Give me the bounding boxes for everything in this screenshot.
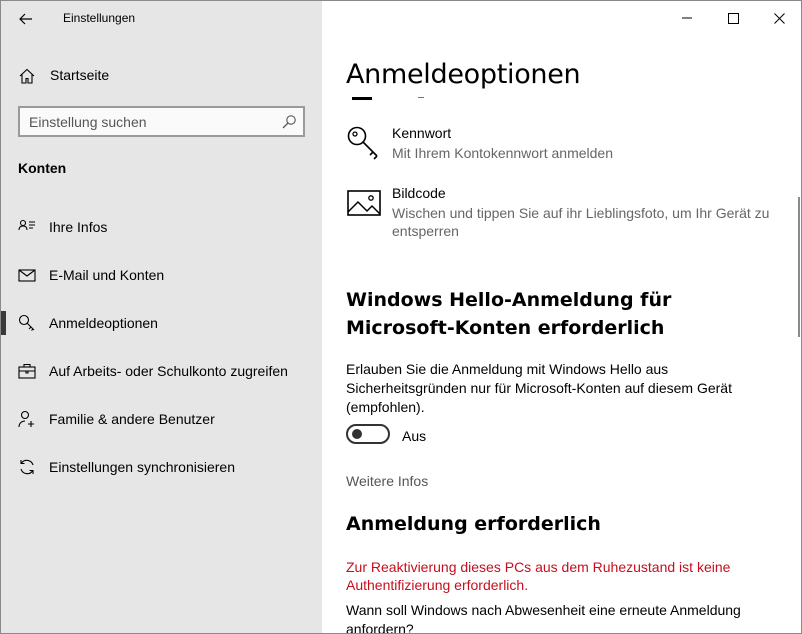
hello-description: Erlauben Sie die Anmeldung mit Windows H… [346, 361, 732, 415]
option-description: Mit Ihrem Kontokennwort anmelden [392, 145, 613, 161]
sidebar-item-ihre-infos[interactable]: Ihre Infos [1, 207, 322, 247]
sidebar-item-sync[interactable]: Einstellungen synchronisieren [1, 447, 322, 487]
maximize-button[interactable] [710, 1, 756, 35]
partial-text [418, 94, 424, 98]
minimize-button[interactable] [664, 1, 710, 35]
sidebar-item-label: Familie & andere Benutzer [49, 411, 215, 427]
sidebar-item-label: Einstellungen synchronisieren [49, 459, 235, 475]
option-title: Bildcode [392, 185, 446, 201]
close-button[interactable] [756, 1, 801, 35]
partial-icon [352, 97, 372, 100]
key-icon [347, 126, 378, 160]
minimize-icon [682, 17, 692, 19]
home-icon [19, 68, 35, 84]
scrolled-off-option [346, 89, 766, 101]
option-title: Kennwort [392, 125, 452, 141]
option-kennwort[interactable]: Kennwort Mit Ihrem Kontokennwort anmelde… [346, 125, 786, 169]
picture-icon [347, 190, 381, 216]
sidebar-item-label: E-Mail und Konten [49, 267, 165, 283]
home-link[interactable]: Startseite [1, 57, 322, 93]
sidebar-item-anmeldeoptionen[interactable]: Anmeldeoptionen [1, 303, 322, 343]
settings-window: Einstellungen Startseite Konten Ihre Inf… [0, 0, 802, 634]
maximize-icon [727, 12, 739, 24]
hello-toggle[interactable] [346, 424, 390, 444]
search-field[interactable] [18, 106, 305, 137]
sidebar-item-label: Anmeldeoptionen [49, 315, 158, 331]
back-button[interactable] [11, 7, 41, 31]
sync-icon [20, 459, 34, 475]
sidebar-item-work-access[interactable]: Auf Arbeits- oder Schulkonto zugreifen [1, 351, 322, 391]
content-pane: Anmeldeoptionen Kennwort Mit Ihrem Konto… [322, 1, 801, 634]
person-card-icon [18, 219, 35, 231]
warning-text: Zur Reaktivierung dieses PCs aus dem Ruh… [346, 559, 731, 593]
sidebar-item-label: Ihre Infos [49, 219, 108, 235]
sidebar-item-email[interactable]: E-Mail und Konten [1, 255, 322, 295]
toggle-knob [352, 429, 362, 439]
scrollbar[interactable] [798, 197, 800, 337]
hello-section-heading: Windows Hello-Anmeldung für Microsoft-Ko… [346, 289, 672, 339]
app-title: Einstellungen [63, 11, 136, 25]
toggle-state-label: Aus [402, 428, 427, 444]
person-add-icon [18, 410, 34, 428]
page-title: Anmeldeoptionen [346, 59, 581, 90]
back-arrow-icon [19, 13, 32, 25]
search-icon [282, 115, 296, 129]
sidebar-item-family[interactable]: Familie & andere Benutzer [1, 399, 322, 439]
home-label: Startseite [50, 67, 110, 83]
more-info-link[interactable]: Weitere Infos [346, 473, 428, 489]
navigation-pane: Einstellungen Startseite Konten Ihre Inf… [1, 1, 322, 633]
key-icon [18, 314, 35, 331]
title-bar: Einstellungen [1, 1, 322, 37]
section-title: Konten [18, 160, 67, 176]
option-description: Wischen und tippen Sie auf ihr Lieblings… [392, 205, 770, 239]
selection-indicator [1, 311, 6, 335]
sidebar-item-label: Auf Arbeits- oder Schulkonto zugreifen [49, 363, 288, 379]
signin-question: Wann soll Windows nach Abwesenheit eine … [346, 602, 741, 634]
close-icon [773, 12, 785, 24]
mail-icon [18, 269, 36, 282]
briefcase-icon [18, 363, 36, 379]
search-input[interactable] [29, 112, 269, 132]
option-bildcode[interactable]: Bildcode Wischen und tippen Sie auf ihr … [346, 185, 786, 245]
signin-section-heading: Anmeldung erforderlich [346, 513, 601, 535]
